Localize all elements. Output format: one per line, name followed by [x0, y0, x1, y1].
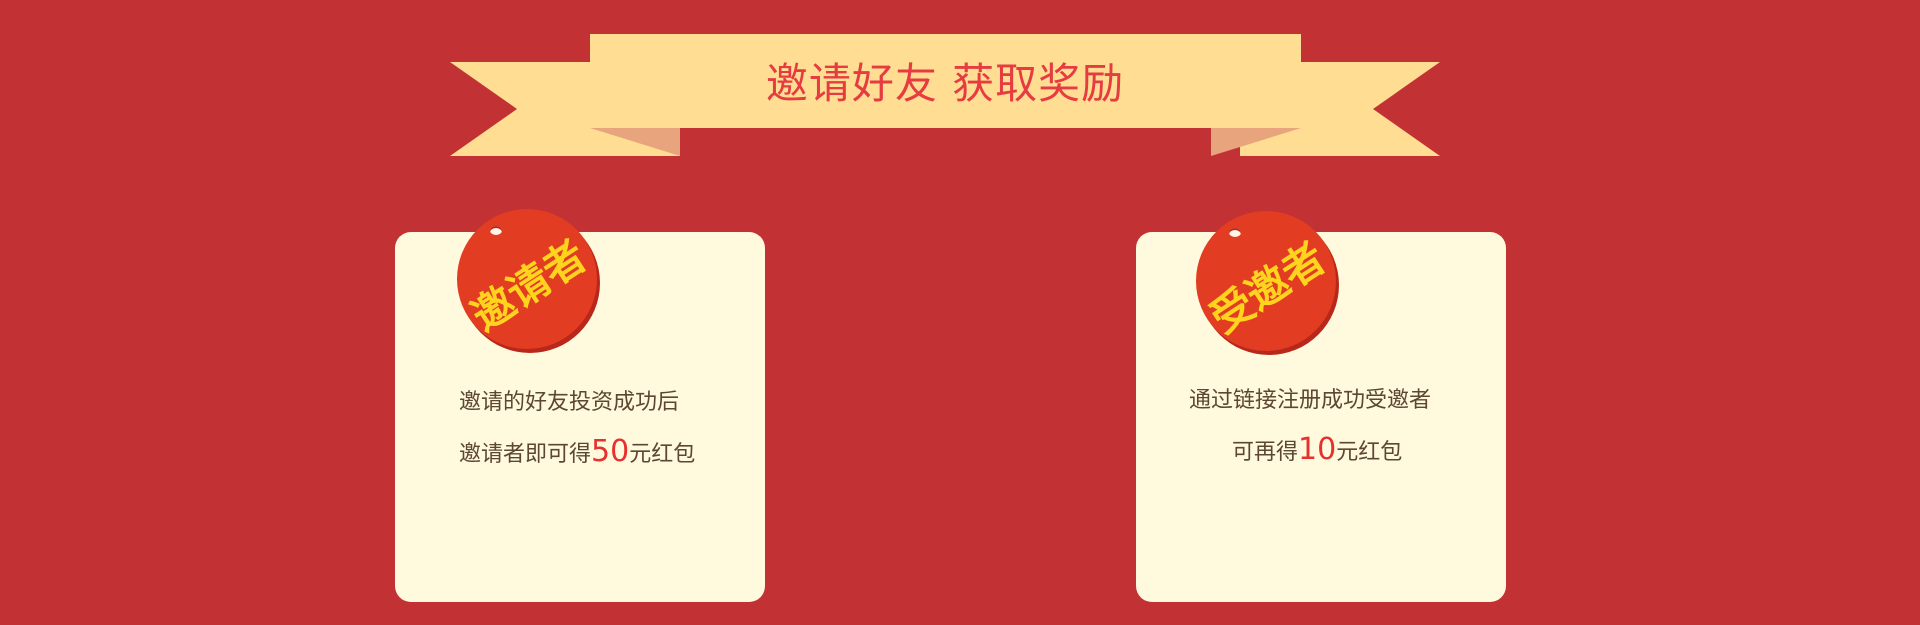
- invitee-tag: 受邀者: [1196, 211, 1336, 351]
- inviter-tag: 邀请者: [457, 209, 597, 349]
- invitee-condition-text: 通过链接注册成功受邀者: [1189, 388, 1432, 413]
- inviter-reward-prefix: 邀请者即可得: [459, 442, 592, 467]
- inviter-reward-amount: 50: [591, 434, 630, 469]
- inviter-reward-text: 邀请者即可得50元红包: [459, 437, 695, 470]
- invitee-reward-text: 可再得10元红包: [1232, 435, 1402, 468]
- inviter-reward-suffix: 元红包: [629, 442, 696, 467]
- invitee-reward-suffix: 元红包: [1336, 440, 1403, 465]
- invite-reward-panel: 邀请好友 获取奖励 邀请者 邀请的好友投资成功后 邀请者即可得50元红包 受邀者…: [0, 0, 1920, 625]
- banner-title: 邀请好友 获取奖励: [765, 58, 1125, 108]
- invitee-reward-amount: 10: [1298, 432, 1337, 467]
- inviter-condition-text: 邀请的好友投资成功后: [459, 390, 680, 415]
- banner-ribbon: 邀请好友 获取奖励: [0, 0, 1920, 170]
- invitee-reward-prefix: 可再得: [1232, 440, 1299, 465]
